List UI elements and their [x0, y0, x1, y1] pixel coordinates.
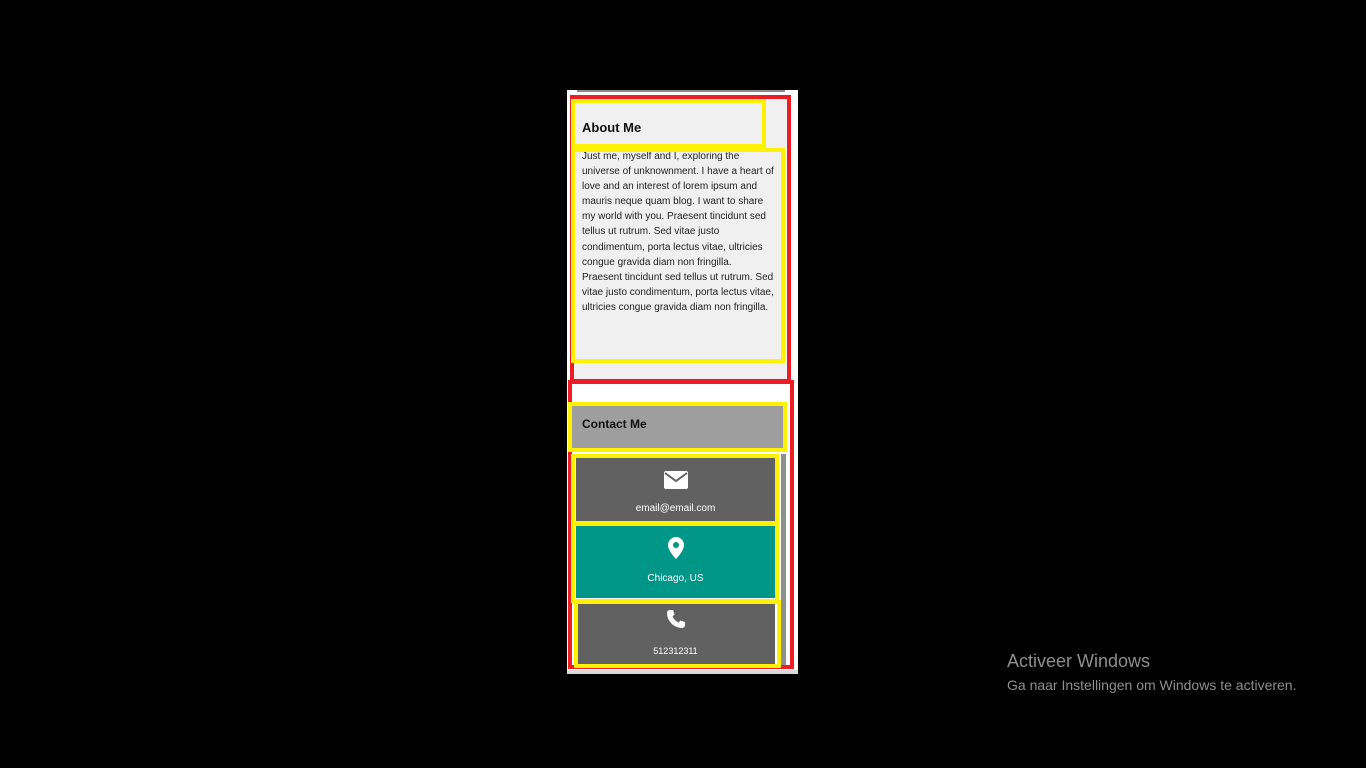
windows-activation-title: Activeer Windows	[1007, 651, 1151, 671]
phone-tile-yellow-outline	[574, 600, 781, 668]
top-divider	[577, 90, 785, 92]
desktop-screen: About Me Just me, myself and I, explorin…	[0, 0, 1366, 768]
web-page: About Me Just me, myself and I, explorin…	[567, 90, 798, 674]
about-text-yellow-outline	[571, 148, 785, 363]
windows-activation-subtitle: Ga naar Instellingen om Windows te activ…	[1007, 677, 1297, 693]
about-title-yellow-outline	[571, 99, 766, 148]
bottom-divider	[567, 670, 798, 674]
contact-header-yellow-outline	[568, 402, 787, 452]
email-tile-yellow-outline	[571, 454, 779, 525]
location-tile-yellow-outline	[571, 522, 779, 603]
